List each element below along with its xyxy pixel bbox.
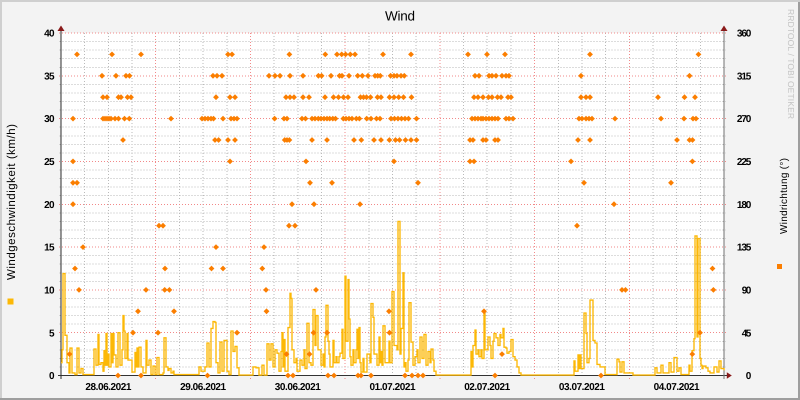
svg-text:29.06.2021: 29.06.2021 [180, 382, 226, 393]
svg-text:RRDTOOL / TOBI OETIKER: RRDTOOL / TOBI OETIKER [786, 9, 796, 119]
svg-text:135: 135 [737, 243, 752, 254]
svg-text:35: 35 [44, 71, 55, 82]
svg-text:30.06.2021: 30.06.2021 [275, 382, 321, 393]
svg-text:30: 30 [44, 114, 55, 125]
svg-text:03.07.2021: 03.07.2021 [559, 382, 605, 393]
svg-text:180: 180 [737, 200, 752, 211]
svg-text:28.06.2021: 28.06.2021 [85, 382, 131, 393]
svg-text:01.07.2021: 01.07.2021 [370, 382, 416, 393]
svg-text:02.07.2021: 02.07.2021 [464, 382, 510, 393]
svg-text:15: 15 [44, 243, 55, 254]
svg-text:04.07.2021: 04.07.2021 [654, 382, 700, 393]
svg-text:0: 0 [49, 371, 55, 382]
svg-text:Windrichtung (°): Windrichtung (°) [779, 158, 790, 234]
svg-text:270: 270 [737, 114, 752, 125]
svg-text:45: 45 [742, 328, 752, 339]
svg-text:360: 360 [737, 29, 752, 40]
svg-text:0: 0 [746, 371, 752, 382]
svg-text:90: 90 [742, 286, 752, 297]
svg-text:Wind: Wind [385, 9, 415, 24]
svg-text:10: 10 [44, 286, 55, 297]
svg-text:40: 40 [44, 29, 55, 40]
svg-text:20: 20 [44, 200, 55, 211]
svg-text:315: 315 [737, 71, 752, 82]
svg-text:25: 25 [44, 157, 55, 168]
svg-text:5: 5 [49, 328, 55, 339]
svg-text:Windgeschwindigkeit (km/h): Windgeschwindigkeit (km/h) [6, 124, 18, 280]
svg-text:225: 225 [737, 157, 752, 168]
